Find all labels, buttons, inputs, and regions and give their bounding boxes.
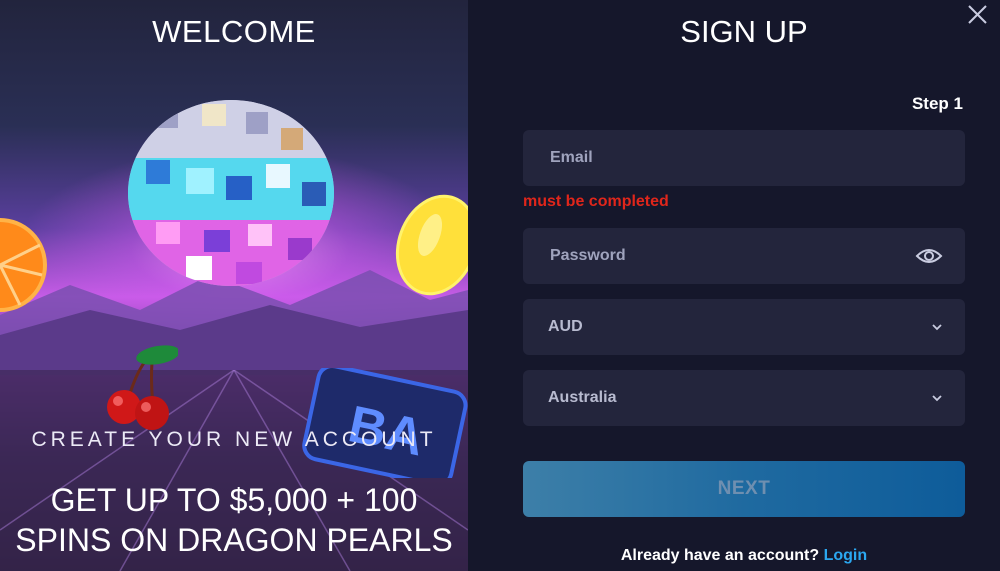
disco-ball-icon bbox=[128, 100, 334, 286]
country-select[interactable]: Australia bbox=[523, 370, 965, 426]
email-field-container[interactable] bbox=[523, 130, 965, 186]
step-indicator: Step 1 bbox=[911, 94, 963, 113]
login-prompt: Already have an account? Login bbox=[468, 547, 1000, 565]
currency-select[interactable]: AUD bbox=[523, 299, 965, 355]
eye-icon[interactable] bbox=[915, 246, 943, 266]
password-field-container[interactable] bbox=[523, 228, 965, 284]
lemon-icon bbox=[395, 194, 468, 296]
email-field[interactable] bbox=[548, 148, 912, 168]
promo-headline: GET UP TO $5,000 + 100 SPINS ON DRAGON P… bbox=[0, 480, 468, 560]
password-field[interactable] bbox=[548, 246, 912, 266]
promo-headline-line1: GET UP TO $5,000 + 100 bbox=[50, 482, 418, 518]
account-prompt-text: Already have an account? bbox=[620, 547, 820, 564]
login-link[interactable]: Login bbox=[824, 547, 868, 564]
next-button[interactable]: NEXT bbox=[523, 461, 965, 517]
email-error-message: must be completed bbox=[523, 193, 669, 210]
bar-sign-icon: BA bbox=[302, 368, 468, 478]
promo-subtitle: CREATE YOUR NEW ACCOUNT bbox=[31, 428, 437, 451]
promo-headline-line2: SPINS ON DRAGON PEARLS bbox=[15, 522, 453, 558]
signup-title: SIGN UP bbox=[680, 14, 808, 49]
chevron-down-icon bbox=[932, 324, 942, 331]
country-select-value: Australia bbox=[548, 389, 617, 406]
currency-select-value: AUD bbox=[548, 318, 583, 335]
welcome-title: WELCOME bbox=[152, 14, 316, 49]
promo-panel: WELCOME BA CREATE YOUR NEW ACCOUNT GET U… bbox=[0, 0, 468, 571]
chevron-down-icon bbox=[932, 395, 942, 402]
orange-slice-icon bbox=[0, 218, 47, 312]
cherries-icon bbox=[107, 345, 178, 430]
